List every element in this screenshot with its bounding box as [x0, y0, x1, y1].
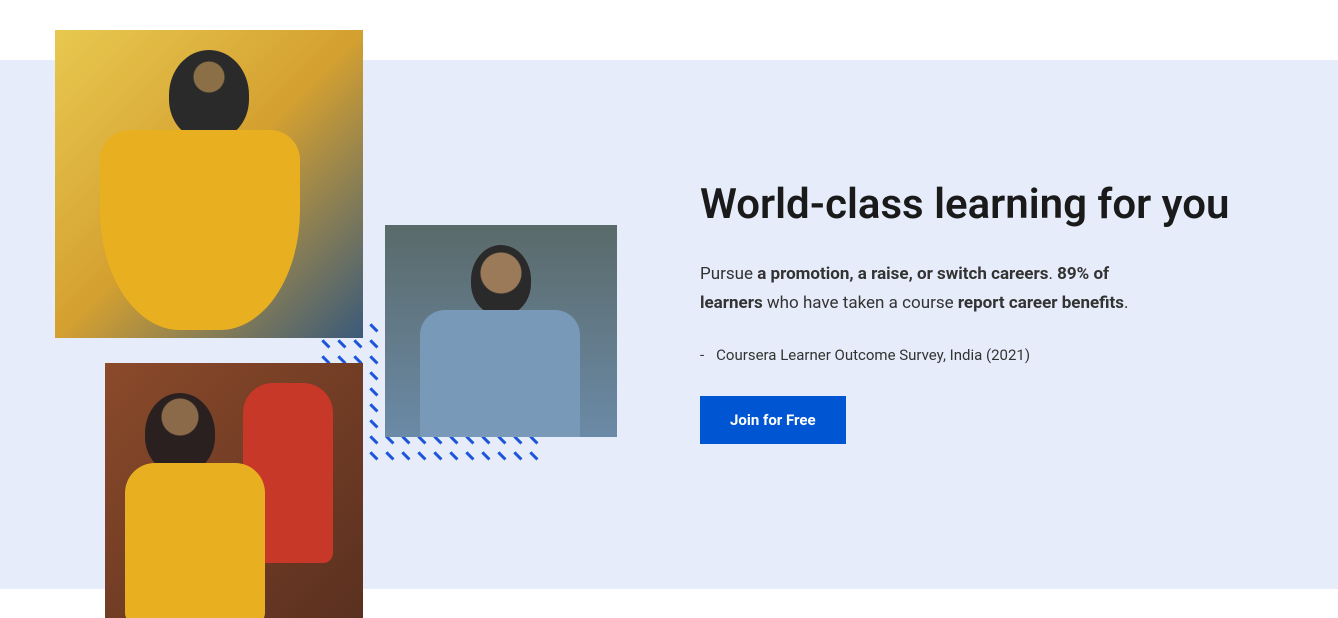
body-text-part: . [1048, 264, 1057, 284]
hero-heading: World-class learning for you [700, 180, 1250, 230]
hero-content: World-class learning for you Pursue a pr… [700, 180, 1250, 444]
body-text-bold: a promotion, a raise, or switch careers [757, 264, 1048, 284]
image-collage [55, 30, 635, 590]
hero-body-text: Pursue a promotion, a raise, or switch c… [700, 260, 1140, 318]
body-text-part: who have taken a course [763, 293, 958, 313]
body-text-part: . [1124, 293, 1128, 313]
collage-image-studying-woman [55, 30, 363, 338]
collage-image-man-phone [385, 225, 617, 437]
citation-text: Coursera Learner Outcome Survey, India (… [716, 346, 1030, 364]
join-for-free-button[interactable]: Join for Free [700, 396, 846, 444]
body-text-part: Pursue [700, 264, 757, 284]
collage-image-collaboration [105, 363, 363, 618]
citation-dash: - [700, 346, 704, 364]
hero-container: World-class learning for you Pursue a pr… [0, 0, 1338, 589]
hero-citation: -Coursera Learner Outcome Survey, India … [700, 346, 1250, 364]
body-text-bold: report career benefits [958, 293, 1124, 313]
